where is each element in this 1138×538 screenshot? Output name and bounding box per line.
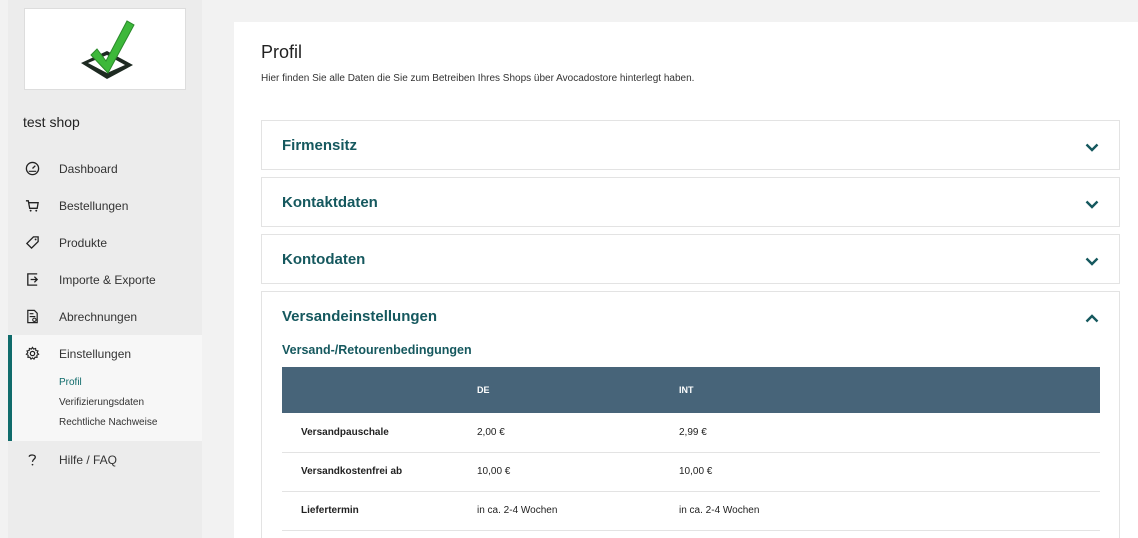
sidebar-item-produkte[interactable]: Produkte bbox=[8, 224, 202, 261]
table-cell: 2,00 € bbox=[477, 426, 505, 438]
sidebar-subitem-verifizierungsdaten[interactable]: Verifizierungsdaten bbox=[59, 397, 144, 408]
panel-versandeinstellungen: Versandeinstellungen Versand-/Retourenbe… bbox=[261, 291, 1120, 538]
table-cell: 10,00 € bbox=[477, 466, 511, 477]
gauge-icon bbox=[25, 161, 40, 176]
gear-icon bbox=[25, 346, 40, 361]
table-row-label: Liefertermin bbox=[301, 505, 359, 516]
tag-icon bbox=[25, 236, 39, 250]
sidebar-subitem-profil[interactable]: Profil bbox=[59, 377, 82, 388]
panel-kontodaten[interactable]: Kontodaten bbox=[261, 234, 1120, 284]
sidebar-item-abrechnungen[interactable]: Abrechnungen bbox=[8, 298, 202, 335]
chevron-up-icon[interactable] bbox=[1085, 314, 1099, 323]
page-title: Profil bbox=[261, 42, 303, 62]
panel-kontaktdaten[interactable]: Kontaktdaten bbox=[261, 177, 1120, 227]
panel-title: Versandeinstellungen bbox=[282, 308, 438, 325]
sidebar-item-bestellungen[interactable]: Bestellungen bbox=[8, 187, 202, 224]
sidebar-item-label: Produkte bbox=[59, 235, 108, 250]
sidebar: test shop Dashboard Bestellungen Produkt… bbox=[8, 0, 202, 538]
panel-title: Kontaktdaten bbox=[282, 194, 378, 211]
table-cell: 2,99 € bbox=[679, 426, 707, 438]
sidebar-item-dashboard[interactable]: Dashboard bbox=[8, 150, 202, 187]
sidebar-item-label: Hilfe / FAQ bbox=[59, 452, 118, 467]
sidebar-nav: Dashboard Bestellungen Produkte Importe … bbox=[8, 150, 202, 478]
table-row: Versandkostenfrei ab 10,00 € 10,00 € bbox=[282, 452, 1100, 491]
panel-title: Kontodaten bbox=[282, 251, 366, 268]
table-header-cell: DE bbox=[477, 385, 490, 395]
table-row-label: Versandpauschale bbox=[301, 426, 389, 438]
sidebar-item-label: Einstellungen bbox=[59, 346, 132, 361]
table-row-label: Versandkostenfrei ab bbox=[301, 466, 403, 477]
table-header-cell bbox=[282, 367, 477, 413]
sidebar-item-hilfe-faq[interactable]: Hilfe / FAQ bbox=[8, 441, 202, 478]
chevron-down-icon[interactable] bbox=[1085, 143, 1099, 152]
panel-firmensitz[interactable]: Firmensitz bbox=[261, 120, 1120, 170]
table-header-cell: INT bbox=[679, 385, 694, 395]
sidebar-item-label: Importe & Exporte bbox=[59, 272, 156, 287]
sidebar-item-label: Abrechnungen bbox=[59, 309, 138, 324]
table-cell: in ca. 2-4 Wochen bbox=[477, 505, 558, 516]
sidebar-subitem-rechtliche-nachweise[interactable]: Rechtliche Nachweise bbox=[59, 417, 157, 428]
chevron-down-icon[interactable] bbox=[1085, 200, 1099, 209]
chevron-down-icon[interactable] bbox=[1085, 257, 1099, 266]
sidebar-item-einstellungen[interactable]: Einstellungen bbox=[12, 335, 202, 372]
question-icon bbox=[28, 454, 36, 466]
sidebar-item-label: Bestellungen bbox=[59, 198, 129, 213]
sidebar-item-importe-exporte[interactable]: Importe & Exporte bbox=[8, 261, 202, 298]
page-description: Hier finden Sie alle Daten die Sie zum B… bbox=[261, 73, 695, 84]
shop-name: test shop bbox=[23, 114, 80, 130]
table-cell: 10,00 € bbox=[679, 466, 713, 477]
checkmark-logo-icon bbox=[81, 20, 135, 79]
table-cell: in ca. 2-4 Wochen bbox=[679, 505, 760, 516]
panel-title: Firmensitz bbox=[282, 137, 358, 154]
sidebar-item-label: Dashboard bbox=[59, 161, 118, 176]
table-row: Versandpauschale 2,00 € 2,99 € bbox=[282, 413, 1100, 452]
table-header-row: DE INT bbox=[282, 367, 1100, 413]
cart-icon bbox=[25, 200, 39, 212]
shop-logo bbox=[24, 8, 186, 90]
import-icon bbox=[27, 273, 39, 286]
section-subtitle: Versand-/Retourenbedingungen bbox=[282, 343, 472, 357]
main-content: Profil Hier finden Sie alle Daten die Si… bbox=[234, 22, 1138, 538]
sidebar-settings-group: Einstellungen Profil Verifizierungsdaten… bbox=[8, 335, 202, 441]
invoice-icon bbox=[27, 309, 38, 324]
shipping-table: DE INT Versandpauschale 2,00 € 2,99 € Ve… bbox=[282, 367, 1100, 531]
table-row: Liefertermin in ca. 2-4 Wochen in ca. 2-… bbox=[282, 491, 1100, 530]
